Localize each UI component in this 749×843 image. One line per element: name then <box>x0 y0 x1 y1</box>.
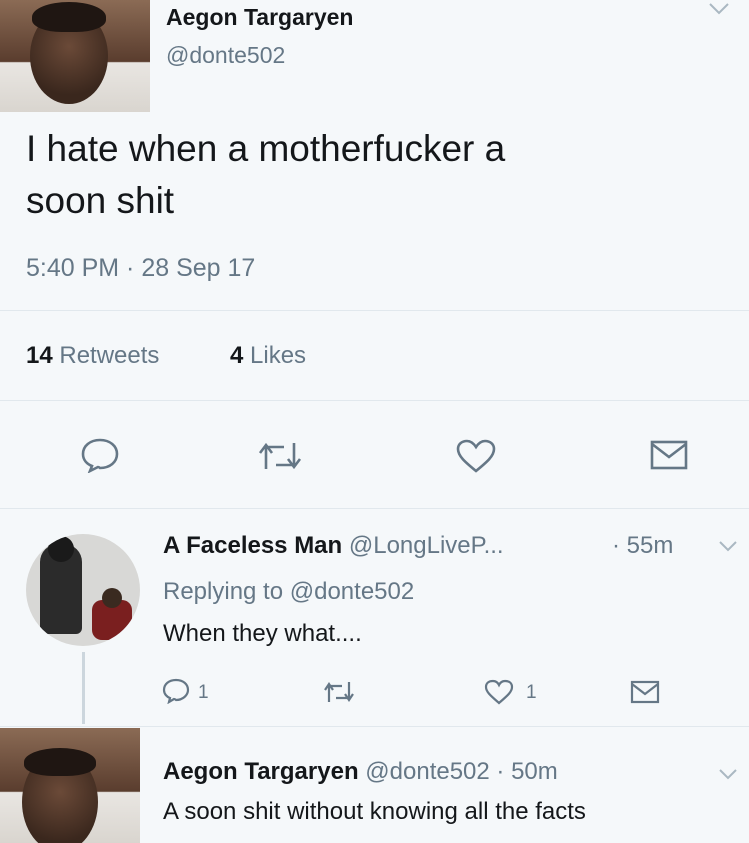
reply-time[interactable]: · 55m <box>612 532 673 560</box>
reply-icon[interactable] <box>80 437 120 473</box>
message-icon[interactable] <box>630 680 660 704</box>
tweet-text-line-1: I hate when a motherfucker a <box>26 128 506 169</box>
thread-line <box>82 652 85 724</box>
reply-text: When they what.... <box>163 620 362 647</box>
divider <box>0 310 749 311</box>
chevron-down-icon[interactable] <box>718 540 738 554</box>
like-count: 1 <box>526 682 537 703</box>
heart-icon[interactable] <box>484 679 514 705</box>
reply-header: A Faceless Man @LongLiveP... <box>163 532 504 560</box>
reply-count: 1 <box>198 682 209 703</box>
retweet-icon[interactable] <box>256 439 304 473</box>
retweets-label: Retweets <box>59 342 160 369</box>
likes-stat[interactable]: 4 Likes <box>230 342 306 370</box>
divider <box>0 400 749 401</box>
handle[interactable]: @LongLiveP... <box>349 532 504 559</box>
retweet-icon[interactable] <box>322 680 356 704</box>
reply-text: A soon shit without knowing all the fact… <box>163 798 586 825</box>
reply-time[interactable]: · 50m <box>496 758 557 785</box>
reply-icon[interactable] <box>162 678 190 704</box>
display-name[interactable]: A Faceless Man <box>163 532 342 559</box>
message-icon[interactable] <box>650 440 688 470</box>
chevron-down-icon[interactable] <box>708 2 730 16</box>
chevron-down-icon[interactable] <box>718 768 738 782</box>
tweet-text-line-2: soon shit <box>26 180 175 221</box>
retweets-stat[interactable]: 14 Retweets <box>26 342 159 370</box>
reply-header: Aegon Targaryen @donte502 · 50m <box>163 758 558 786</box>
handle[interactable]: @donte502 <box>365 758 489 785</box>
heart-icon[interactable] <box>455 438 497 474</box>
divider <box>0 508 749 509</box>
avatar[interactable] <box>26 534 140 646</box>
retweets-count: 14 <box>26 342 53 369</box>
divider <box>0 726 749 727</box>
avatar[interactable] <box>0 0 150 112</box>
display-name[interactable]: Aegon Targaryen <box>163 758 359 785</box>
likes-count: 4 <box>230 342 244 369</box>
likes-label: Likes <box>250 342 307 369</box>
timestamp[interactable]: 5:40 PM · 28 Sep 17 <box>26 254 255 283</box>
replying-to[interactable]: Replying to @donte502 <box>163 578 414 606</box>
avatar[interactable] <box>0 728 140 843</box>
display-name[interactable]: Aegon Targaryen <box>166 4 353 31</box>
handle[interactable]: @donte502 <box>166 42 285 69</box>
